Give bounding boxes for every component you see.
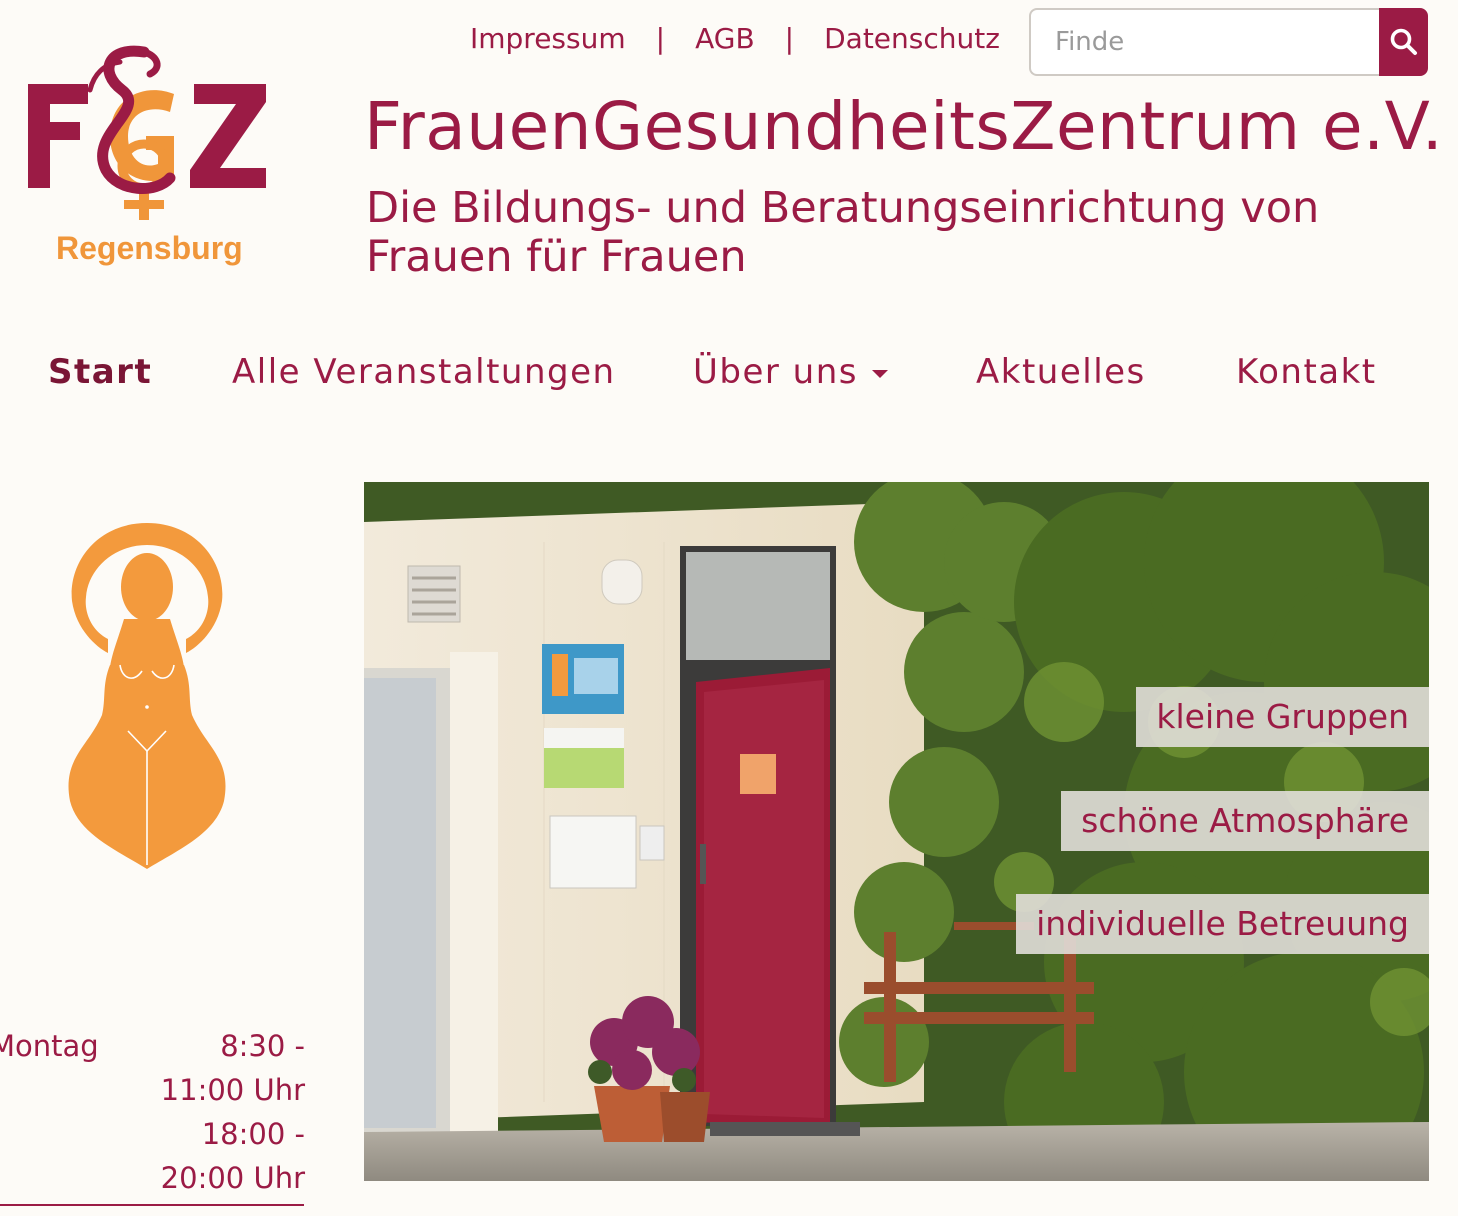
hours-time: 18:00 - bbox=[201, 1117, 305, 1151]
nav-item-ueber-uns[interactable]: Über uns bbox=[693, 352, 888, 392]
hours-time: 20:00 Uhr bbox=[160, 1161, 305, 1195]
nav-item-kontakt[interactable]: Kontakt bbox=[1236, 352, 1377, 392]
hero-photo: kleine Gruppen schöne Atmosphäre individ… bbox=[364, 482, 1429, 1181]
caret-down-icon bbox=[871, 369, 888, 378]
separator: | bbox=[784, 22, 795, 55]
datenschutz-link[interactable]: Datenschutz bbox=[824, 22, 1000, 55]
hours-time: 8:30 - bbox=[220, 1029, 305, 1063]
main-nav: Start Alle Veranstaltungen Über uns Aktu… bbox=[0, 352, 1458, 402]
nav-item-aktuelles[interactable]: Aktuelles bbox=[976, 352, 1146, 392]
hours-day: Montag bbox=[0, 1029, 99, 1063]
hours-divider bbox=[0, 1204, 304, 1206]
nav-item-label: Über uns bbox=[693, 352, 858, 392]
search-icon bbox=[1390, 28, 1417, 55]
hero-tag: schöne Atmosphäre bbox=[1061, 791, 1429, 851]
hero-tag: individuelle Betreuung bbox=[1016, 894, 1429, 954]
site-title: FrauenGesundheitsZentrum e.V. bbox=[364, 88, 1444, 165]
opening-hours: Montag 8:30 - 11:00 Uhr 18:00 - 20:00 Uh… bbox=[0, 1024, 305, 1200]
separator: | bbox=[655, 22, 666, 55]
hours-time: 11:00 Uhr bbox=[160, 1073, 305, 1107]
impressum-link[interactable]: Impressum bbox=[470, 22, 626, 55]
hours-times: 8:30 - 11:00 Uhr 18:00 - 20:00 Uhr bbox=[161, 1024, 305, 1200]
fgz-logo-mark bbox=[28, 45, 266, 220]
search-input[interactable] bbox=[1029, 8, 1379, 76]
site-subtitle: Die Bildungs- und Beratungseinrichtung v… bbox=[366, 183, 1320, 282]
search-form bbox=[1029, 8, 1428, 76]
logo-city: Regensburg bbox=[56, 230, 243, 266]
hero-tag: kleine Gruppen bbox=[1136, 687, 1429, 747]
agb-link[interactable]: AGB bbox=[695, 22, 755, 55]
search-button[interactable] bbox=[1379, 8, 1428, 76]
goddess-figure-icon bbox=[68, 523, 226, 869]
nav-item-start[interactable]: Start bbox=[48, 352, 152, 392]
nav-item-alle-veranstaltungen[interactable]: Alle Veranstaltungen bbox=[232, 352, 616, 392]
utility-nav: Impressum | AGB | Datenschutz bbox=[470, 22, 1000, 55]
